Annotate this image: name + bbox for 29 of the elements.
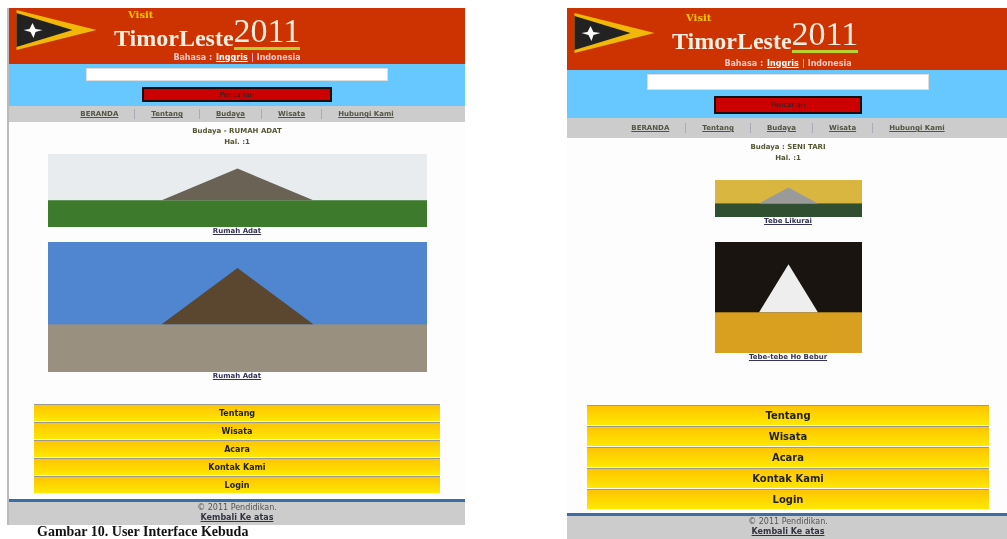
copyright-text: © 2011 Pendidikan.: [748, 517, 828, 527]
search-field[interactable]: [86, 68, 388, 81]
menu-button[interactable]: Tentang: [34, 404, 440, 421]
menu-button[interactable]: Wisata: [34, 422, 440, 439]
menu-button[interactable]: Acara: [34, 440, 440, 457]
language-link[interactable]: Inggris: [216, 53, 248, 62]
copyright-text: © 2011 Pendidikan.: [197, 503, 277, 513]
language-link[interactable]: Inggris: [767, 59, 799, 68]
menu-button[interactable]: Login: [587, 489, 989, 509]
language-link[interactable]: Indonesia: [802, 59, 852, 68]
back-to-top-link[interactable]: Kembali Ke atas: [751, 527, 825, 537]
logo-text: TimorLeste: [114, 25, 234, 50]
figure-caption: Gambar 10. User Interface Kebuda: [36, 525, 250, 539]
logo-text: 2011: [791, 19, 859, 53]
language-label: Bahasa :: [724, 59, 764, 68]
menu-button[interactable]: Acara: [587, 447, 989, 467]
logo-text: TimorLeste: [672, 28, 792, 53]
language-link[interactable]: Indonesia: [251, 53, 301, 62]
menu-button[interactable]: Kontak Kami: [587, 468, 989, 488]
search-field[interactable]: [647, 74, 929, 90]
menu-button[interactable]: Wisata: [587, 426, 989, 446]
logo-text: 2011: [233, 16, 301, 50]
language-label: Bahasa :: [173, 53, 213, 62]
menu-button[interactable]: Tentang: [587, 405, 989, 425]
logo-text: Visit: [686, 13, 712, 24]
back-to-top-link[interactable]: Kembali Ke atas: [200, 513, 274, 523]
logo-text: Visit: [128, 10, 154, 21]
menu-button[interactable]: Login: [34, 476, 440, 493]
menu-button[interactable]: Kontak Kami: [34, 458, 440, 475]
